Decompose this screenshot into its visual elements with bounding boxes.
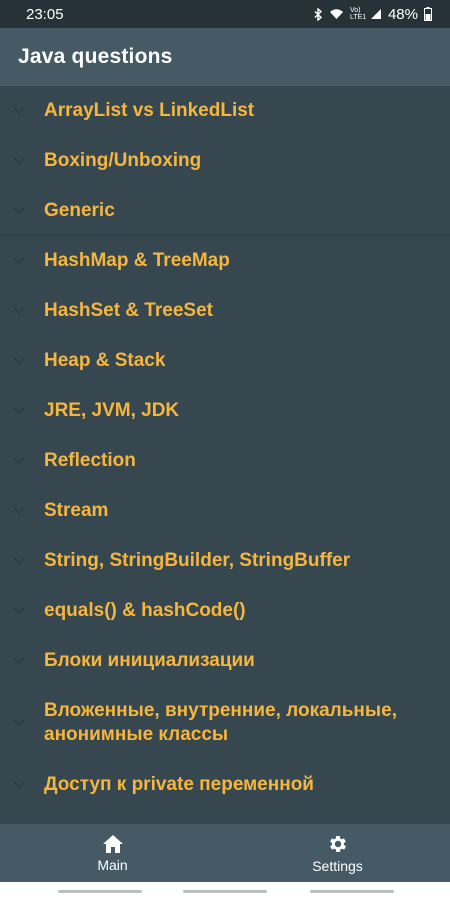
wifi-icon: [329, 9, 343, 19]
chevron-down-icon: [13, 307, 25, 315]
chevron-down-icon: [13, 719, 25, 727]
chevron-down-icon: [13, 607, 25, 615]
question-label: Доступ к private переменной: [44, 774, 314, 795]
chevron-down-icon: [13, 357, 25, 365]
bluetooth-icon: [314, 7, 323, 21]
chevron-down-icon: [13, 557, 25, 565]
gear-icon: [329, 835, 346, 852]
page-title: Java questions: [18, 45, 173, 68]
nav-main-label: Main: [97, 856, 128, 873]
chevron-down-icon: [13, 206, 25, 214]
gesture-navigation-bar: [0, 882, 450, 900]
question-label: equals() & hashCode(): [44, 600, 246, 621]
chevron-down-icon: [13, 507, 25, 515]
question-hashmap-treemap[interactable]: HashMap & TreeMap: [0, 236, 450, 286]
chevron-down-icon: [13, 407, 25, 415]
home-icon: [102, 834, 123, 853]
question-boxing-unboxing[interactable]: Boxing/Unboxing: [0, 136, 450, 186]
question-label: Generic: [44, 199, 115, 221]
question-heap-stack[interactable]: Heap & Stack: [0, 336, 450, 386]
app-bar: Java questions: [0, 28, 450, 86]
chevron-down-icon: [13, 457, 25, 465]
question-label: HashMap & TreeMap: [44, 250, 230, 271]
question-generic[interactable]: Generic: [0, 186, 450, 236]
nav-main[interactable]: Main: [0, 824, 225, 882]
question-jre-jvm-jdk[interactable]: JRE, JVM, JDK: [0, 386, 450, 436]
status-icons: Vo) LTE1 48%: [314, 6, 432, 23]
question-label: String, StringBuilder, StringBuffer: [44, 550, 351, 571]
question-string-builders[interactable]: String, StringBuilder, StringBuffer: [0, 536, 450, 586]
gesture-handle-right[interactable]: [310, 890, 394, 893]
question-label: Boxing/Unboxing: [44, 150, 202, 171]
gesture-handle-left[interactable]: [58, 890, 142, 893]
chevron-down-icon: [13, 657, 25, 665]
network-label: Vo) LTE1: [349, 7, 367, 21]
question-nested-classes[interactable]: Вложенные, внутренние, локальные, аноним…: [0, 686, 450, 760]
battery-icon: [424, 7, 432, 21]
nav-settings-label: Settings: [312, 857, 363, 874]
question-label: ArrayList vs LinkedList: [44, 100, 255, 121]
chevron-down-icon: [13, 107, 25, 115]
gesture-handle-center[interactable]: [183, 890, 267, 893]
questions-list: ArrayList vs LinkedList Boxing/Unboxing …: [0, 86, 450, 824]
battery-percent: 48%: [387, 5, 418, 23]
chevron-down-icon: [13, 257, 25, 265]
signal-icon: [370, 9, 381, 19]
question-private-access[interactable]: Доступ к private переменной: [0, 760, 450, 810]
question-hashset-treeset[interactable]: HashSet & TreeSet: [0, 286, 450, 336]
nav-settings[interactable]: Settings: [225, 824, 450, 882]
chevron-down-icon: [13, 157, 25, 165]
question-arraylist-vs-linkedlist[interactable]: ArrayList vs LinkedList: [0, 86, 450, 136]
question-label: HashSet & TreeSet: [44, 300, 213, 321]
question-label: JRE, JVM, JDK: [44, 400, 180, 421]
status-bar: 23:05 Vo) LTE1 48%: [0, 0, 450, 28]
question-label: Блоки инициализации: [44, 650, 255, 671]
question-label: Reflection: [44, 450, 136, 471]
question-reflection[interactable]: Reflection: [0, 436, 450, 486]
question-label: Вложенные, внутренние, локальные, аноним…: [44, 700, 397, 745]
question-label: Stream: [44, 500, 109, 521]
question-init-blocks[interactable]: Блоки инициализации: [0, 636, 450, 686]
question-label: Heap & Stack: [44, 350, 166, 371]
question-stream[interactable]: Stream: [0, 486, 450, 536]
bottom-navigation: Main Settings: [0, 824, 450, 882]
status-time: 23:05: [26, 5, 64, 23]
chevron-down-icon: [13, 781, 25, 789]
question-equals-hashcode[interactable]: equals() & hashCode(): [0, 586, 450, 636]
